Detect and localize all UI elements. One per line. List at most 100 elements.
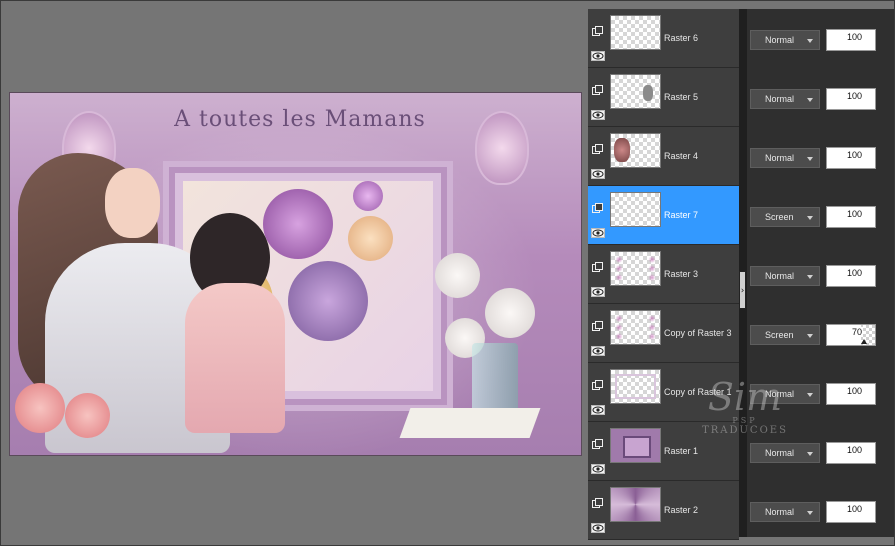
visibility-eye-icon[interactable] <box>591 282 605 297</box>
opacity-field[interactable]: 100 <box>826 265 876 287</box>
layer-thumbnail[interactable] <box>610 487 661 522</box>
layer-name: Raster 7 <box>664 210 699 220</box>
opacity-field[interactable]: 100 <box>826 206 876 228</box>
watermark-logo: Sim PSP TRADUCOES <box>700 378 790 448</box>
blend-mode-label: Screen <box>765 212 794 222</box>
opacity-value: 100 <box>845 32 863 42</box>
layer-group-icon[interactable] <box>592 435 603 449</box>
opacity-marker-icon <box>861 339 867 344</box>
visibility-eye-icon[interactable] <box>591 341 605 356</box>
layer-info[interactable]: Raster 4 <box>588 127 739 186</box>
blend-mode-dropdown[interactable]: Normal <box>750 30 820 50</box>
layer-group-icon[interactable] <box>592 317 603 331</box>
opacity-field[interactable]: 100 <box>826 442 876 464</box>
watermark-line2: TRADUCOES <box>702 425 788 436</box>
opacity-value: 100 <box>845 91 863 101</box>
layer-name: Copy of Raster 3 <box>664 328 732 338</box>
layer-info[interactable]: Raster 6 <box>588 9 739 68</box>
blend-mode-dropdown[interactable]: Normal <box>750 148 820 168</box>
blend-mode-label: Normal <box>765 507 795 517</box>
layer-row[interactable]: Raster 5 Normal 100 <box>588 68 894 127</box>
layer-row[interactable]: Raster 6 Normal 100 <box>588 9 894 68</box>
layer-thumbnail[interactable] <box>610 251 661 286</box>
layer-group-icon[interactable] <box>592 494 603 508</box>
layer-thumbnail[interactable] <box>610 74 661 109</box>
blend-mode-dropdown[interactable]: Normal <box>750 89 820 109</box>
layer-name: Raster 4 <box>664 151 699 161</box>
image-canvas[interactable]: A toutes les Mamans <box>9 92 582 456</box>
layer-row[interactable]: Raster 2 Normal 100 <box>588 481 894 540</box>
visibility-eye-icon[interactable] <box>591 518 605 533</box>
chevron-down-icon <box>807 452 813 456</box>
visibility-eye-icon[interactable] <box>591 459 605 474</box>
layer-thumbnail[interactable] <box>610 310 661 345</box>
opacity-field[interactable]: 100 <box>826 29 876 51</box>
opacity-value: 100 <box>845 209 863 219</box>
layer-thumbnail[interactable] <box>610 369 661 404</box>
heart-ornament-right <box>475 111 529 185</box>
visibility-eye-icon[interactable] <box>591 400 605 415</box>
visibility-eye-icon[interactable] <box>591 46 605 61</box>
blend-mode-dropdown[interactable]: Screen <box>750 325 820 345</box>
opacity-value: 100 <box>845 268 863 278</box>
blend-mode-label: Normal <box>765 153 795 163</box>
blend-mode-dropdown[interactable]: Normal <box>750 266 820 286</box>
white-flower <box>435 253 480 298</box>
layer-info[interactable]: Raster 3 <box>588 245 739 304</box>
layer-row[interactable]: Raster 3 Normal 100 <box>588 245 894 304</box>
blend-mode-dropdown[interactable]: Screen <box>750 207 820 227</box>
layer-info[interactable]: Raster 7 <box>588 186 739 245</box>
mother-face <box>105 168 160 238</box>
opacity-field[interactable]: 100 <box>826 383 876 405</box>
visibility-eye-icon[interactable] <box>591 223 605 238</box>
chevron-down-icon <box>807 39 813 43</box>
layer-group-icon[interactable] <box>592 376 603 390</box>
pink-rose <box>65 393 110 438</box>
visibility-eye-icon[interactable] <box>591 105 605 120</box>
opacity-field[interactable]: 100 <box>826 147 876 169</box>
canvas-title: A toutes les Mamans <box>174 107 426 132</box>
layer-group-icon[interactable] <box>592 199 603 213</box>
blend-mode-label: Normal <box>765 35 795 45</box>
blend-mode-label: Normal <box>765 271 795 281</box>
blend-mode-dropdown[interactable]: Normal <box>750 502 820 522</box>
blend-mode-label: Normal <box>765 448 795 458</box>
layer-row[interactable]: Copy of Raster 3 Screen 70 <box>588 304 894 363</box>
opacity-value: 100 <box>845 150 863 160</box>
opacity-value: 100 <box>845 386 863 396</box>
visibility-eye-icon[interactable] <box>591 164 605 179</box>
blend-mode-label: Screen <box>765 330 794 340</box>
layer-row[interactable]: Raster 4 Normal 100 <box>588 127 894 186</box>
layer-name: Raster 3 <box>664 269 699 279</box>
layer-group-icon[interactable] <box>592 140 603 154</box>
opacity-value: 100 <box>845 445 863 455</box>
chevron-down-icon <box>807 334 813 338</box>
chevron-down-icon <box>807 98 813 102</box>
layer-group-icon[interactable] <box>592 258 603 272</box>
paper-stack <box>399 408 541 438</box>
layer-name: Raster 5 <box>664 92 699 102</box>
opacity-field[interactable]: 100 <box>826 501 876 523</box>
opacity-value: 100 <box>845 504 863 514</box>
layer-thumbnail[interactable] <box>610 192 661 227</box>
layer-row[interactable]: Raster 7 Screen 100 <box>588 186 894 245</box>
layer-name: Raster 1 <box>664 446 699 456</box>
layer-name: Raster 6 <box>664 33 699 43</box>
chevron-down-icon <box>807 216 813 220</box>
layer-thumbnail[interactable] <box>610 428 661 463</box>
layer-group-icon[interactable] <box>592 81 603 95</box>
layer-info[interactable]: Raster 5 <box>588 68 739 127</box>
layer-name: Raster 2 <box>664 505 699 515</box>
layer-thumbnail[interactable] <box>610 15 661 50</box>
layer-info[interactable]: Copy of Raster 3 <box>588 304 739 363</box>
chevron-down-icon <box>807 393 813 397</box>
layer-group-icon[interactable] <box>592 22 603 36</box>
layer-info[interactable]: Raster 2 <box>588 481 739 540</box>
pink-rose <box>15 383 65 433</box>
opacity-field[interactable]: 100 <box>826 88 876 110</box>
watermark-initials: Sim <box>707 375 783 419</box>
white-flower <box>485 288 535 338</box>
layer-thumbnail[interactable] <box>610 133 661 168</box>
chevron-down-icon <box>807 275 813 279</box>
opacity-field[interactable]: 70 <box>826 324 876 346</box>
